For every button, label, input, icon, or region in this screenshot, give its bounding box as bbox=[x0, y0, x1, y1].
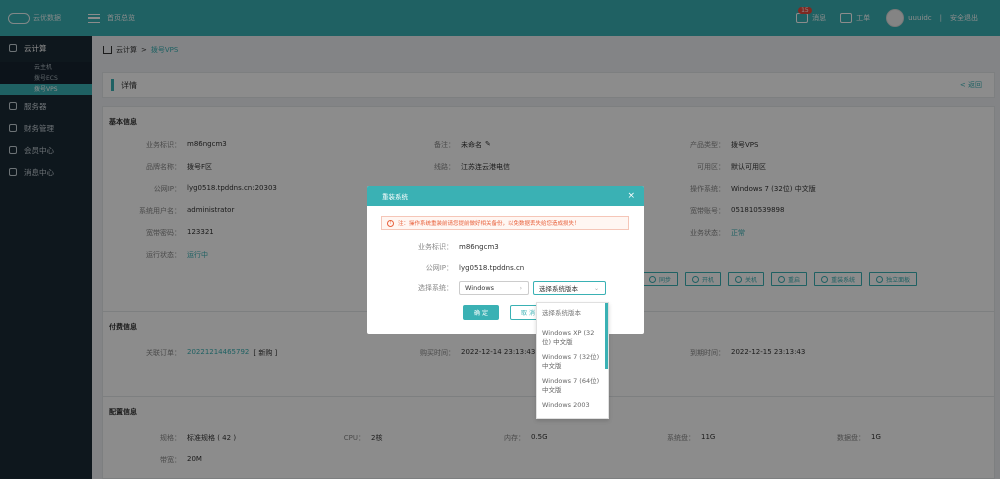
chevron-down-icon: ⌄ bbox=[593, 284, 599, 292]
version-select[interactable]: 选择系统版本 ⌄ bbox=[533, 281, 606, 295]
modal-header: 重装系统 bbox=[367, 186, 644, 206]
version-dropdown: 选择系统版本 Windows XP (32位) 中文版 Windows 7 (3… bbox=[536, 302, 609, 419]
dropdown-option[interactable]: 选择系统版本 bbox=[537, 303, 608, 326]
confirm-button[interactable]: 确 定 bbox=[463, 305, 499, 320]
os-select-value: Windows bbox=[465, 284, 495, 292]
dropdown-option[interactable]: Windows 2003 bbox=[537, 398, 608, 413]
field-label: 公网IP： bbox=[425, 264, 453, 272]
dropdown-option[interactable]: Windows 7 (32位) 中文版 bbox=[537, 350, 608, 374]
version-select-value: 选择系统版本 bbox=[539, 285, 578, 293]
scrollbar[interactable] bbox=[605, 303, 608, 369]
os-select[interactable]: Windows › bbox=[459, 281, 529, 295]
dropdown-option[interactable]: Windows 7 (64位) 中文版 bbox=[537, 374, 608, 398]
field-value: m86ngcm3 bbox=[459, 243, 499, 251]
close-icon[interactable]: × bbox=[627, 191, 635, 201]
chevron-down-icon: › bbox=[519, 284, 522, 292]
warning-icon: ! bbox=[387, 219, 394, 227]
field-label: 选择系统： bbox=[418, 284, 453, 292]
modal-title: 重装系统 bbox=[382, 193, 408, 201]
dropdown-option[interactable]: Windows XP (32位) 中文版 bbox=[537, 326, 608, 350]
warning-text: 注：操作系统重装前请您提前做好相关备份，以免数据丢失给您造成损失！ bbox=[398, 221, 580, 227]
field-value: lyg0518.tpddns.cn bbox=[459, 264, 525, 272]
field-label: 业务标识： bbox=[418, 243, 453, 251]
warning-alert: ! 注：操作系统重装前请您提前做好相关备份，以免数据丢失给您造成损失！ bbox=[381, 216, 629, 230]
